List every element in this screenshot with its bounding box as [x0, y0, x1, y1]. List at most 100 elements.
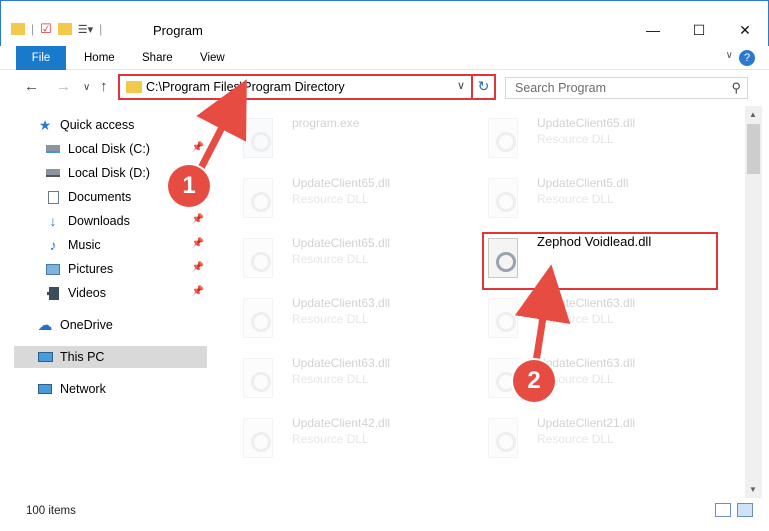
- file-name: UpdateClient21.dll: [537, 416, 636, 430]
- file-name: UpdateClient5.dll: [537, 176, 629, 190]
- sidebar-item-downloads[interactable]: ↓ Downloads 📌: [44, 210, 207, 232]
- drive-icon: [44, 166, 62, 180]
- file-name: UpdateClient65.dll: [292, 176, 391, 190]
- list-item[interactable]: UpdateClient42.dll Resource DLL: [225, 410, 455, 464]
- list-item[interactable]: program.exe: [225, 110, 455, 164]
- file-name: UpdateClient65.dll: [537, 116, 636, 130]
- minimize-button[interactable]: —: [630, 15, 676, 45]
- scrollbar-thumb[interactable]: [747, 124, 760, 174]
- pictures-icon: [44, 262, 62, 276]
- search-box[interactable]: Search Program ⚲: [505, 77, 748, 99]
- sidebar-item-label: Documents: [68, 190, 132, 204]
- cloud-icon: ☁: [37, 317, 53, 334]
- dll-file-icon: [243, 358, 273, 398]
- sidebar-item-label: Pictures: [68, 262, 114, 276]
- drive-icon: [44, 142, 62, 156]
- tab-home[interactable]: Home: [74, 46, 125, 70]
- list-item[interactable]: UpdateClient5.dll Resource DLL: [470, 170, 700, 224]
- file-name: program.exe: [292, 116, 360, 130]
- sidebar-item-this-pc[interactable]: This PC: [14, 346, 207, 368]
- scroll-down-icon[interactable]: ▼: [749, 485, 757, 494]
- dll-file-icon: [488, 178, 518, 218]
- sidebar-item-videos[interactable]: Videos 📌: [44, 282, 207, 304]
- list-item[interactable]: UpdateClient21.dll Resource DLL: [470, 410, 700, 464]
- tab-file[interactable]: File: [16, 46, 66, 70]
- dll-file-icon: [488, 118, 518, 158]
- vertical-scrollbar[interactable]: ▲ ▼: [745, 106, 762, 498]
- navigation-bar: ← → ∨ ↑ C:\Program Files\Program Directo…: [0, 70, 769, 106]
- file-name: UpdateClient63.dll: [292, 356, 391, 370]
- file-description: Resource DLL: [292, 432, 369, 446]
- window-title: Program: [153, 23, 203, 38]
- network-icon: [36, 382, 54, 396]
- list-item[interactable]: UpdateClient63.dll Resource DLL: [225, 290, 455, 344]
- sidebar-item-pictures[interactable]: Pictures 📌: [44, 258, 207, 280]
- scroll-up-icon[interactable]: ▲: [749, 110, 757, 119]
- file-name: UpdateClient63.dll: [537, 296, 636, 310]
- dll-file-icon: [243, 178, 273, 218]
- address-path[interactable]: C:\Program Files\Program Directory: [146, 80, 345, 94]
- maximize-button[interactable]: ☐: [676, 15, 722, 45]
- file-name: UpdateClient63.dll: [537, 356, 636, 370]
- chevron-down-icon[interactable]: ∨: [457, 79, 465, 92]
- item-count: 100 items: [26, 505, 76, 517]
- documents-icon: [44, 190, 62, 204]
- search-input[interactable]: Search Program: [515, 81, 606, 95]
- large-icons-view-icon[interactable]: [737, 503, 753, 517]
- file-list: program.exe UpdateClient65.dll Resource …: [215, 106, 745, 498]
- sidebar-item-music[interactable]: ♪ Music 📌: [44, 234, 207, 256]
- recent-locations-icon[interactable]: ∨: [83, 82, 90, 93]
- tab-view[interactable]: View: [190, 46, 235, 70]
- window-controls: — ☐ ✕: [630, 15, 768, 45]
- details-view-icon[interactable]: [715, 503, 731, 517]
- sidebar-item-onedrive[interactable]: ☁ OneDrive: [36, 314, 207, 336]
- videos-icon: [44, 286, 62, 300]
- list-item[interactable]: UpdateClient63.dll Resource DLL: [225, 350, 455, 404]
- expand-ribbon-icon[interactable]: ∨: [726, 50, 733, 61]
- pin-icon: 📌: [191, 238, 204, 249]
- list-item[interactable]: UpdateClient63.dll Resource DLL: [470, 290, 700, 344]
- sidebar-item-label: Quick access: [60, 118, 135, 132]
- quick-access-toolbar: | ☑ ☰▾ |: [11, 21, 102, 37]
- sidebar-item-label: This PC: [60, 350, 105, 364]
- pin-icon: 📌: [191, 142, 204, 153]
- sidebar-item-quick-access[interactable]: ★ Quick access: [36, 114, 206, 136]
- customize-toolbar-icon[interactable]: ☰▾: [78, 23, 93, 36]
- pin-icon: 📌: [191, 214, 204, 225]
- properties-icon[interactable]: ☑: [40, 21, 52, 37]
- close-button[interactable]: ✕: [722, 15, 768, 45]
- file-description: Resource DLL: [537, 312, 614, 326]
- refresh-icon[interactable]: ↻: [471, 74, 494, 100]
- tab-share[interactable]: Share: [132, 46, 183, 70]
- list-item[interactable]: UpdateClient63.dll Resource DLL: [470, 350, 700, 404]
- pin-icon: 📌: [191, 286, 204, 297]
- file-name: UpdateClient63.dll: [292, 296, 391, 310]
- back-icon[interactable]: ←: [24, 78, 39, 95]
- sidebar-item-local-disk-c[interactable]: Local Disk (C:) 📌: [44, 138, 207, 160]
- address-bar[interactable]: C:\Program Files\Program Directory ∨ ↻: [118, 74, 496, 100]
- computer-icon: [36, 350, 54, 364]
- file-name: UpdateClient42.dll: [292, 416, 391, 430]
- separator: |: [99, 22, 103, 36]
- new-folder-icon[interactable]: [57, 23, 72, 35]
- exe-file-icon: [243, 118, 273, 158]
- up-icon[interactable]: ↑: [100, 78, 108, 95]
- list-item[interactable]: UpdateClient65.dll Resource DLL: [225, 170, 455, 224]
- folder-icon: [126, 81, 142, 93]
- step-1-badge: 1: [168, 165, 210, 207]
- music-icon: ♪: [49, 237, 57, 253]
- list-item[interactable]: UpdateClient65.dll Resource DLL: [470, 110, 700, 164]
- sidebar-item-label: Videos: [68, 286, 106, 300]
- search-icon[interactable]: ⚲: [731, 80, 741, 96]
- list-item[interactable]: UpdateClient65.dll Resource DLL: [225, 230, 455, 284]
- sidebar-item-label: Local Disk (C:): [68, 142, 150, 156]
- sidebar-item-network[interactable]: Network: [36, 378, 207, 400]
- sidebar-item-label: Downloads: [68, 214, 130, 228]
- step-2-badge: 2: [513, 360, 555, 402]
- help-icon[interactable]: ?: [739, 50, 755, 66]
- target-file-highlight: [482, 232, 718, 290]
- view-switcher: [715, 503, 753, 517]
- forward-icon[interactable]: →: [56, 78, 71, 95]
- dll-file-icon: [243, 298, 273, 338]
- title-bar: | ☑ ☰▾ | Program — ☐ ✕: [0, 0, 769, 46]
